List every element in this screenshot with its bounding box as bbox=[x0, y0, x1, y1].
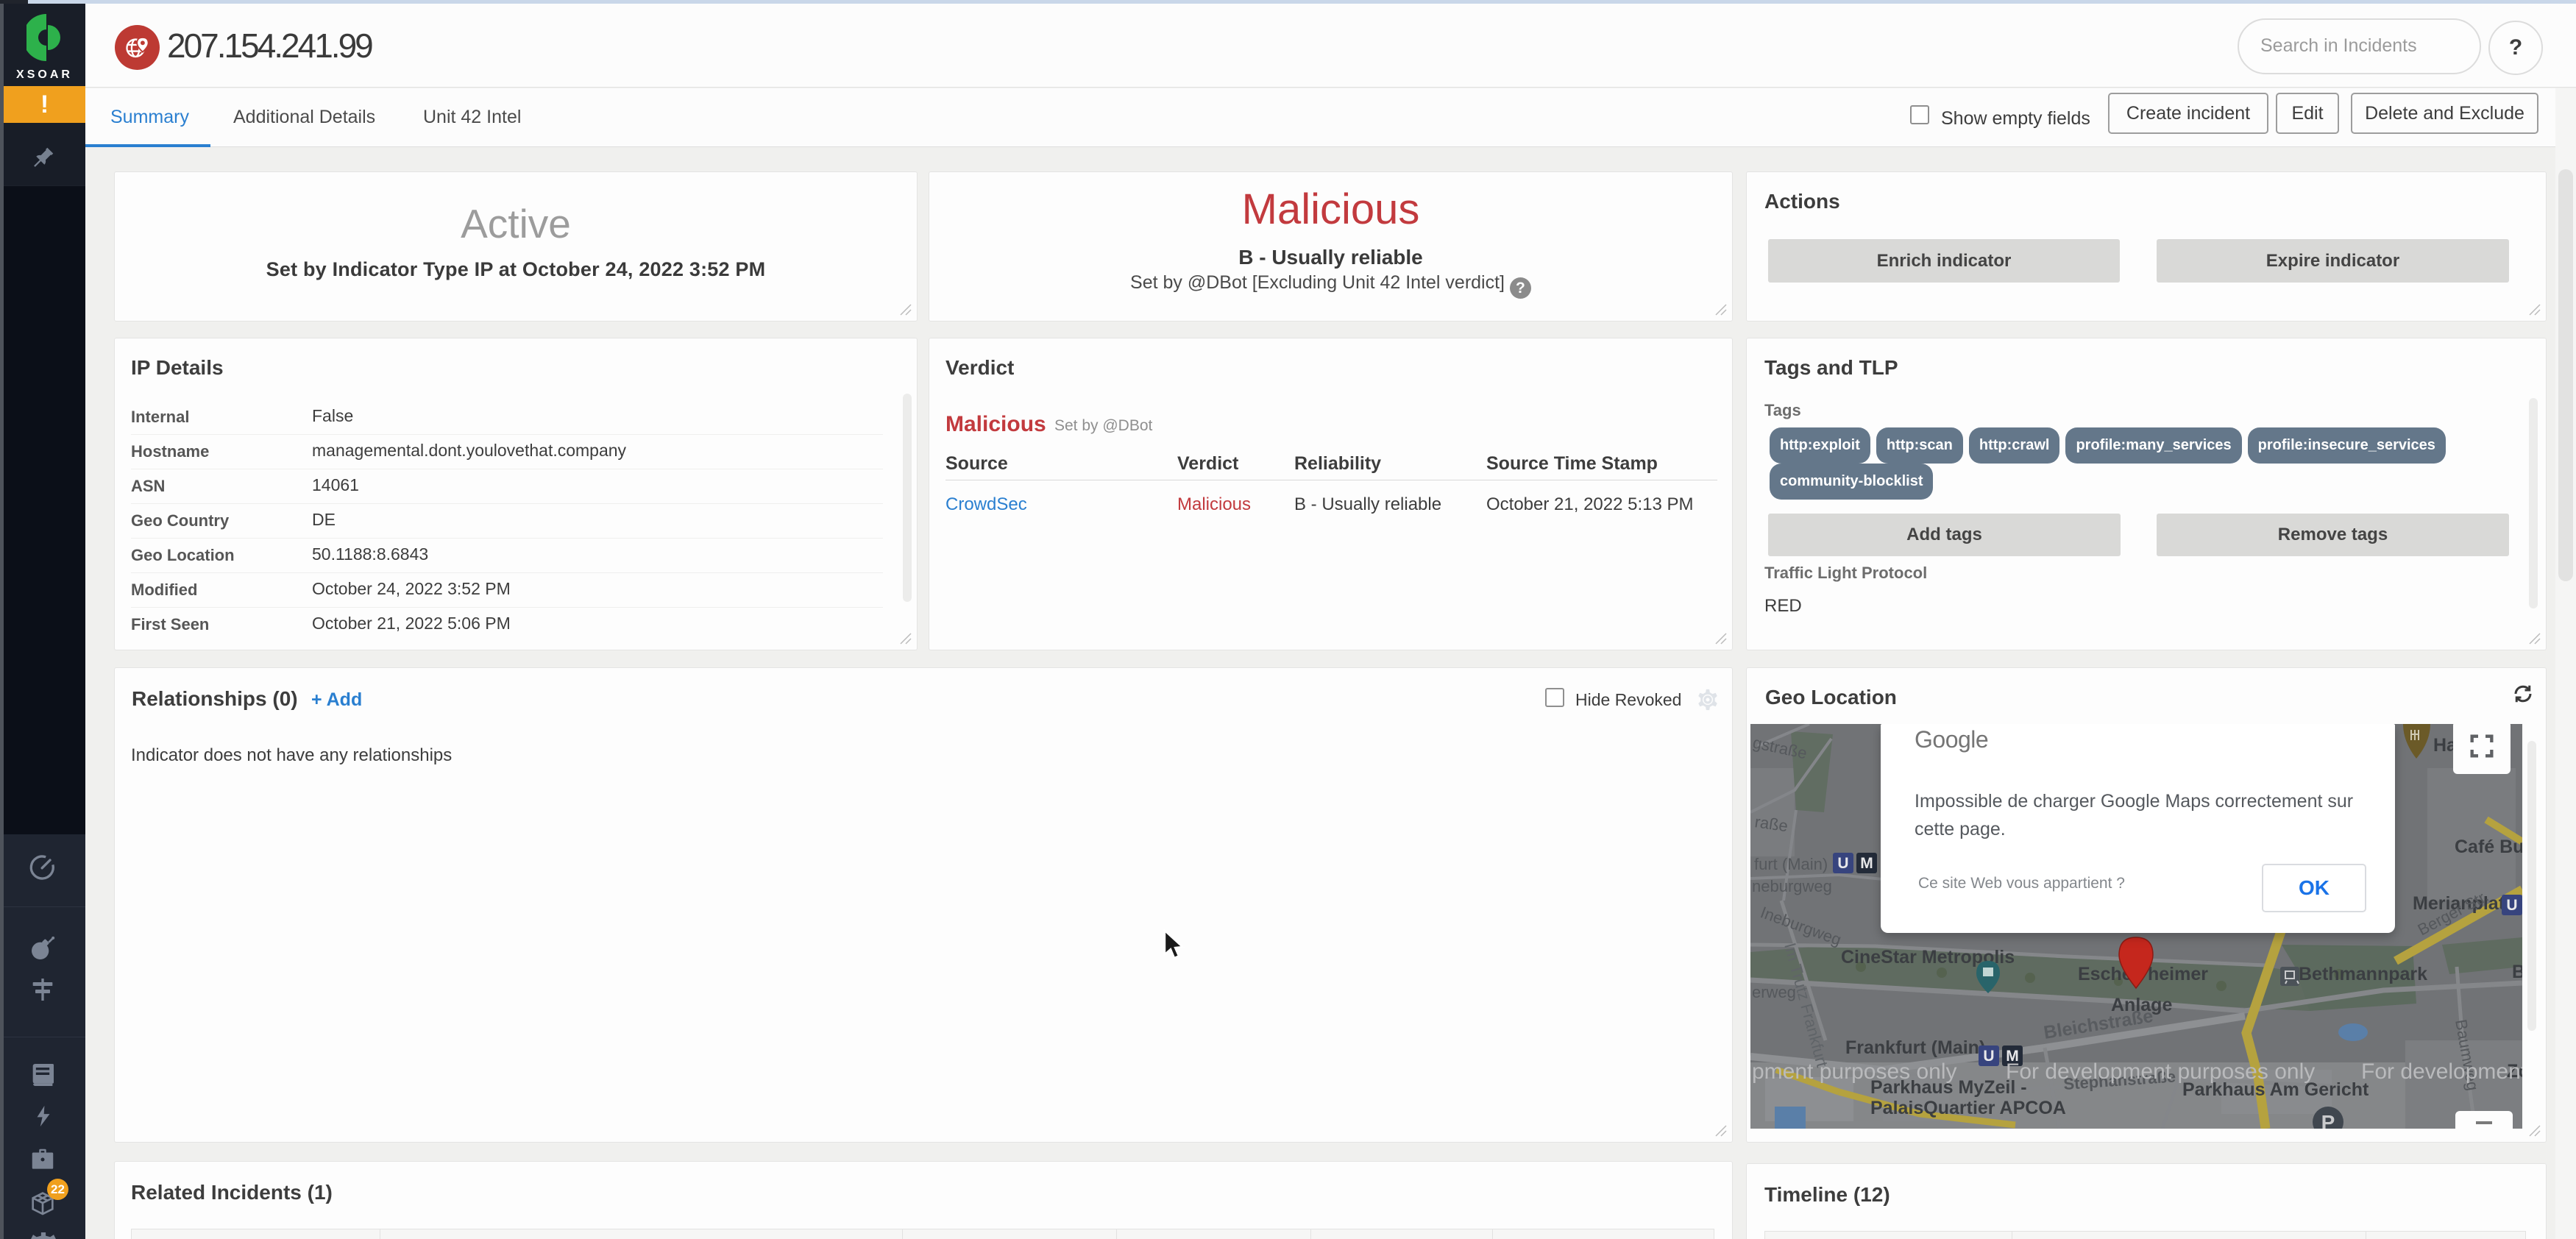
svg-text:U: U bbox=[1983, 1048, 1994, 1065]
svg-text:heimer: heimer bbox=[2148, 964, 2208, 984]
svg-text:furt (Main): furt (Main) bbox=[1754, 855, 1828, 873]
svg-text:Café Bu: Café Bu bbox=[2455, 837, 2522, 857]
svg-text:M: M bbox=[1860, 855, 1873, 872]
svg-text:erweg: erweg bbox=[1752, 983, 1796, 1001]
svg-text:U: U bbox=[2506, 897, 2517, 914]
svg-text:PalaisQuartier APCOA: PalaisQuartier APCOA bbox=[1870, 1098, 2066, 1118]
svg-text:For development: For development bbox=[2361, 1059, 2522, 1084]
svg-text:Frankfurt (Main): Frankfurt (Main) bbox=[1845, 1037, 1985, 1058]
svg-text:pment purposes only: pment purposes only bbox=[1752, 1059, 1957, 1084]
svg-text:For development purposes only: For development purposes only bbox=[2006, 1059, 2315, 1084]
svg-text:Bethmannpark: Bethmannpark bbox=[2299, 964, 2427, 984]
svg-text:P: P bbox=[2321, 1111, 2335, 1129]
svg-text:U: U bbox=[1837, 855, 1848, 872]
svg-text:neburgweg: neburgweg bbox=[1752, 877, 1832, 895]
svg-text:B: B bbox=[2512, 962, 2522, 982]
